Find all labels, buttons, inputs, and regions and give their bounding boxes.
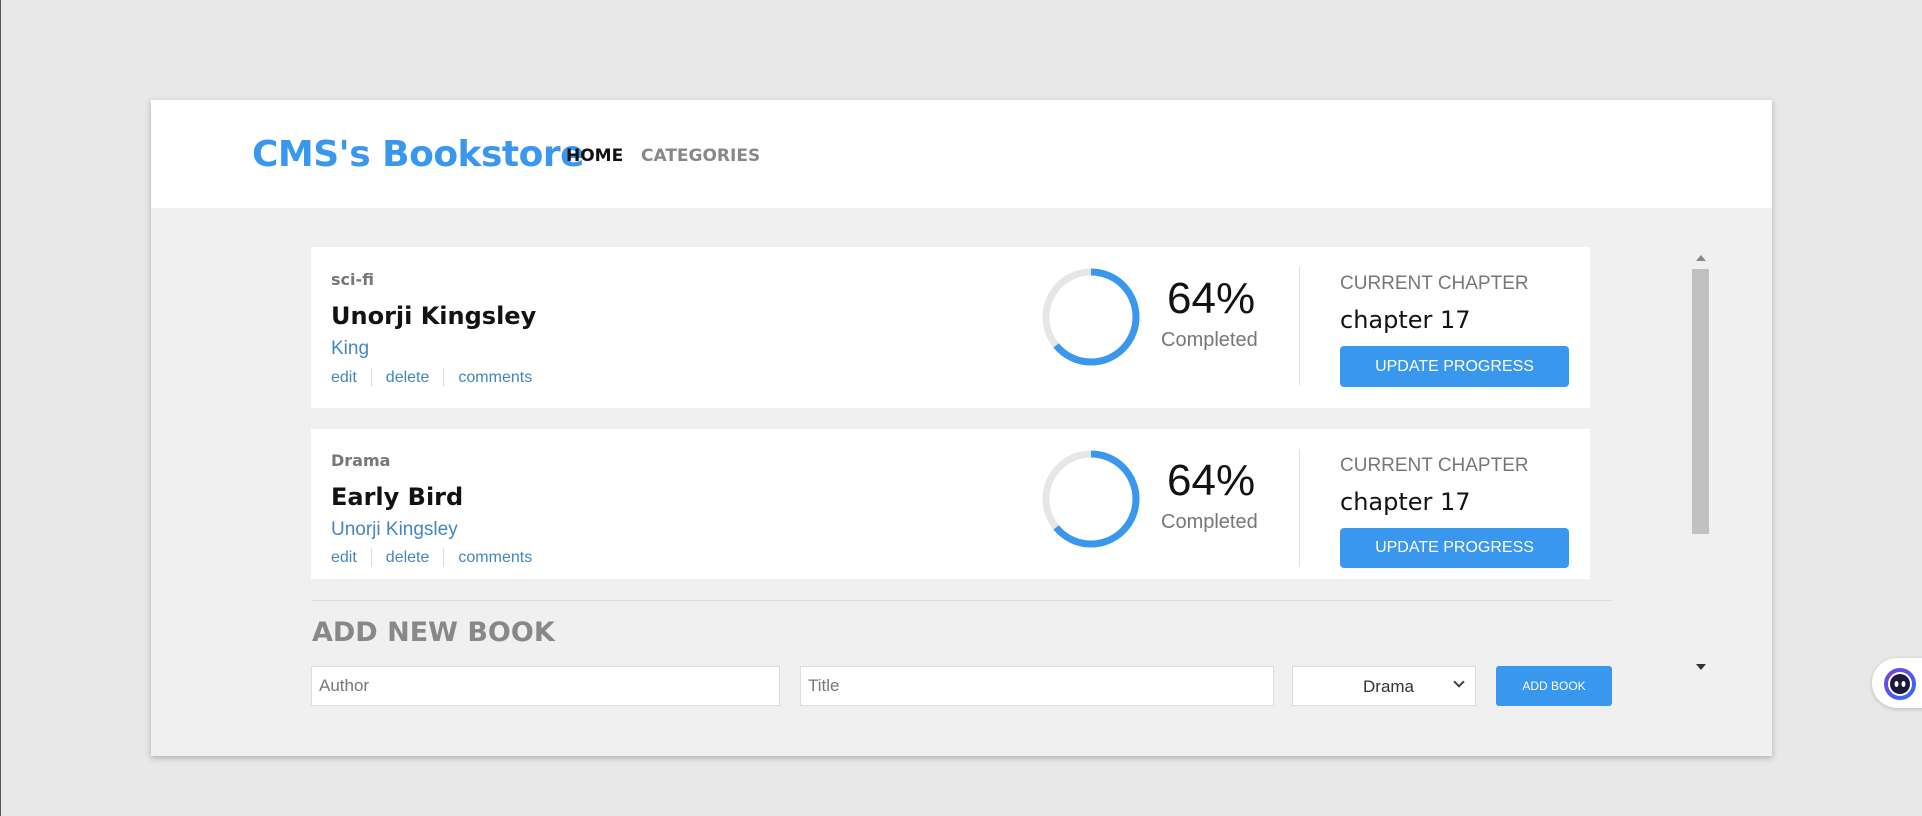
nav-categories-link[interactable]: CATEGORIES [641, 146, 760, 166]
category-select-value: Drama [1363, 677, 1415, 696]
progress-percent: 64% [1167, 274, 1256, 323]
category-select[interactable]: Drama [1292, 666, 1476, 706]
card-divider [1299, 449, 1300, 567]
action-divider [370, 548, 372, 567]
add-book-button[interactable]: ADD BOOK [1496, 666, 1612, 706]
book-title: Unorji Kingsley [331, 302, 537, 330]
book-author: King [331, 338, 370, 359]
book-list: sci-fi Unorji Kingsley King edit delete … [311, 247, 1590, 587]
book-category: Drama [331, 451, 391, 470]
chevron-down-icon [1453, 676, 1465, 688]
book-card: sci-fi Unorji Kingsley King edit delete … [311, 247, 1590, 408]
book-category: sci-fi [331, 270, 374, 289]
current-chapter-label: CURRENT CHAPTER [1340, 273, 1529, 294]
update-progress-button[interactable]: UPDATE PROGRESS [1340, 346, 1569, 387]
comments-button[interactable]: comments [458, 369, 532, 387]
action-divider [443, 548, 445, 567]
comments-button[interactable]: comments [458, 549, 532, 567]
scroll-down-arrow-icon[interactable] [1696, 664, 1706, 670]
update-progress-button[interactable]: UPDATE PROGRESS [1340, 528, 1569, 568]
book-author: Unorji Kingsley [331, 519, 458, 540]
progress-ring [1042, 450, 1140, 548]
progress-ring [1042, 268, 1140, 366]
assistant-widget-button[interactable] [1872, 658, 1922, 708]
book-actions: edit delete comments [331, 548, 532, 567]
book-actions: edit delete comments [331, 368, 532, 387]
scrollbar-thumb[interactable] [1692, 269, 1709, 534]
section-divider [311, 600, 1611, 601]
brand-title: CMS's Bookstore [252, 134, 585, 175]
delete-button[interactable]: delete [386, 549, 430, 567]
completed-label: Completed [1161, 511, 1258, 533]
action-divider [370, 368, 372, 387]
title-input[interactable] [800, 666, 1274, 706]
scroll-up-arrow-icon[interactable] [1696, 255, 1706, 261]
current-chapter-value: chapter 17 [1340, 306, 1471, 334]
nav-home-link[interactable]: HOME [566, 146, 623, 166]
book-card: Drama Early Bird Unorji Kingsley edit de… [311, 429, 1590, 579]
delete-button[interactable]: delete [386, 369, 430, 387]
app-panel: CMS's Bookstore HOME CATEGORIES sci-fi U… [151, 100, 1772, 756]
progress-percent: 64% [1167, 456, 1256, 505]
assistant-face-icon [1884, 668, 1916, 700]
author-input[interactable] [311, 666, 780, 706]
action-divider [443, 368, 445, 387]
current-chapter-label: CURRENT CHAPTER [1340, 455, 1529, 476]
book-title: Early Bird [331, 483, 464, 511]
add-book-heading: ADD NEW BOOK [312, 617, 555, 648]
completed-label: Completed [1161, 329, 1258, 351]
book-list-scrollbar[interactable] [1692, 255, 1710, 675]
header: CMS's Bookstore HOME CATEGORIES [151, 100, 1772, 208]
card-divider [1299, 267, 1300, 385]
edit-button[interactable]: edit [331, 369, 357, 387]
edit-button[interactable]: edit [331, 549, 357, 567]
current-chapter-value: chapter 17 [1340, 488, 1471, 516]
